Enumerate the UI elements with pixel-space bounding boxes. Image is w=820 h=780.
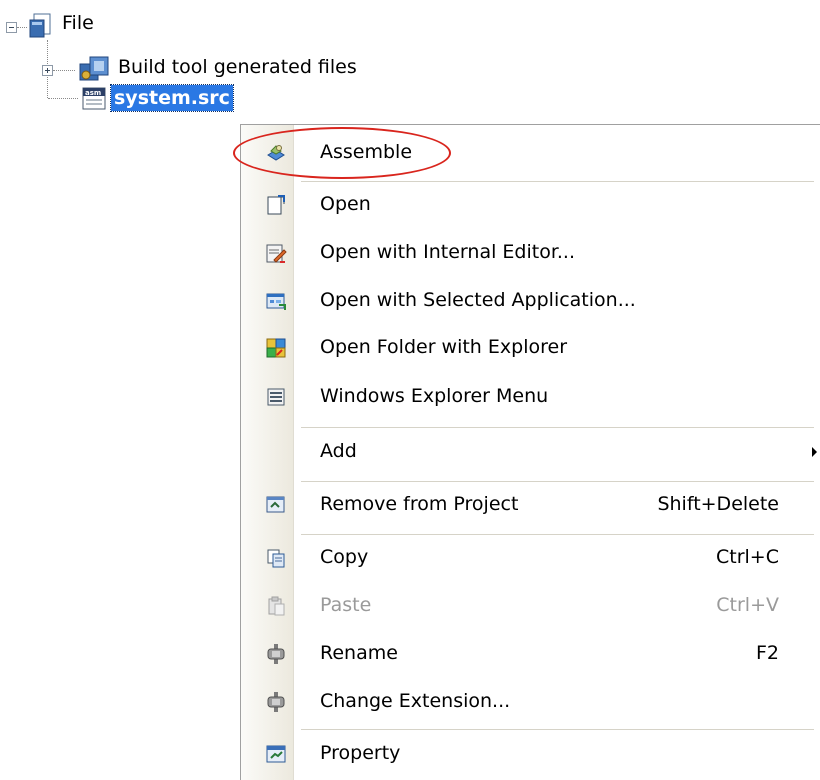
tree-node-label-selected[interactable]: system.src <box>110 84 234 112</box>
menu-item-open-selected-application[interactable]: Open with Selected Application... <box>241 279 820 323</box>
context-menu: Assemble Open Open with Internal Editor.… <box>240 124 820 780</box>
menu-item-shortcut: F2 <box>755 642 779 664</box>
menu-item-label: Open with Internal Editor... <box>320 241 576 263</box>
menu-item-add[interactable]: Add <box>241 430 820 474</box>
menu-item-shortcut: Shift+Delete <box>657 493 779 515</box>
selected-application-icon <box>266 293 286 310</box>
svg-text:asm: asm <box>85 89 101 97</box>
menu-item-label: Open <box>320 193 371 215</box>
menu-item-open-internal-editor[interactable]: Open with Internal Editor... <box>241 231 820 275</box>
menu-item-windows-explorer-menu[interactable]: Windows Explorer Menu <box>241 375 820 419</box>
copy-icon <box>267 549 285 568</box>
expand-toggle[interactable] <box>42 65 53 76</box>
menu-item-label: Rename <box>320 642 398 664</box>
menu-item-label: Property <box>320 742 401 764</box>
tree-node-label: File <box>62 12 94 34</box>
menu-item-remove-from-project[interactable]: Remove from Project Shift+Delete <box>241 483 820 527</box>
menu-item-label: Add <box>320 440 357 462</box>
explorer-folder-icon <box>266 338 286 358</box>
menu-item-change-extension[interactable]: Change Extension... <box>241 680 820 724</box>
menu-item-shortcut: Ctrl+V <box>716 594 779 616</box>
collapse-toggle[interactable] <box>6 22 17 33</box>
internal-editor-icon <box>266 244 287 263</box>
menu-item-label: Paste <box>320 594 372 616</box>
menu-item-copy[interactable]: Copy Ctrl+C <box>241 536 820 580</box>
menu-item-property[interactable]: Property <box>241 732 820 776</box>
menu-item-open[interactable]: Open <box>241 183 820 227</box>
menu-item-label: Remove from Project <box>320 493 519 515</box>
project-tree: File Build tool generated files asm syst… <box>0 0 820 130</box>
property-icon <box>266 745 286 763</box>
menu-item-paste: Paste Ctrl+V <box>241 584 820 628</box>
paste-icon <box>268 596 285 616</box>
menu-item-label: Windows Explorer Menu <box>320 385 549 407</box>
change-extension-icon <box>267 692 285 712</box>
build-folder-icon <box>79 56 109 81</box>
open-icon <box>267 195 285 215</box>
file-folder-icon <box>29 13 51 38</box>
highlight-ellipse-annotation <box>233 127 451 179</box>
menu-item-label: Change Extension... <box>320 690 511 712</box>
menu-item-open-folder-explorer[interactable]: Open Folder with Explorer <box>241 326 820 370</box>
tree-node-label: Build tool generated files <box>118 56 357 78</box>
menu-item-label: Open with Selected Application... <box>320 289 636 311</box>
menu-item-label: Open Folder with Explorer <box>320 336 567 358</box>
explorer-menu-icon <box>267 388 285 406</box>
rename-icon <box>267 644 285 664</box>
submenu-arrow-icon <box>812 447 817 457</box>
remove-icon <box>266 496 285 513</box>
menu-item-rename[interactable]: Rename F2 <box>241 632 820 676</box>
menu-item-shortcut: Ctrl+C <box>716 546 779 568</box>
menu-item-label: Copy <box>320 546 369 568</box>
asm-file-icon: asm <box>82 87 106 110</box>
